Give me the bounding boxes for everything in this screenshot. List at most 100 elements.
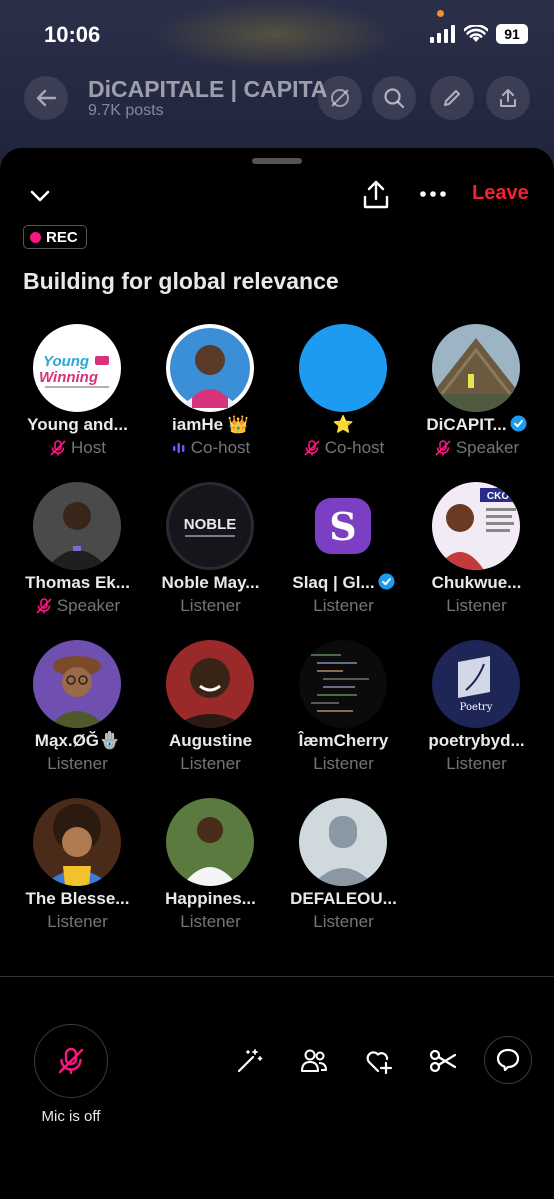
role-label: Listener <box>47 912 108 931</box>
battery-indicator: 91 <box>496 24 528 44</box>
participant-card[interactable]: DiCAPIT... Speaker <box>410 324 543 482</box>
role-label: Listener <box>313 596 374 615</box>
role-label: Speaker <box>455 438 520 457</box>
background-glow <box>150 0 400 70</box>
leave-button[interactable]: Leave <box>472 182 529 205</box>
profile-title: DiCAPITALE | CAPITA <box>88 76 328 102</box>
participant-name: Augustine <box>168 731 253 750</box>
role-label: Listener <box>446 754 507 773</box>
avatar <box>166 798 254 886</box>
svg-text:NOBLE: NOBLE <box>184 516 237 533</box>
person-photo-icon <box>166 640 254 728</box>
back-button[interactable] <box>24 76 68 120</box>
wifi-icon <box>464 25 488 42</box>
react-button[interactable] <box>361 1043 397 1079</box>
recording-dot <box>30 231 41 243</box>
participant-card[interactable]: Thomas Ek... Speaker <box>11 482 144 640</box>
share-icon[interactable] <box>362 178 390 210</box>
mic-off-icon <box>58 1047 84 1075</box>
participant-name: Noble May... <box>161 573 260 592</box>
space-sheet: Leave REC Building for global relevance … <box>0 148 554 1199</box>
svg-text:Winning: Winning <box>39 369 98 386</box>
grok-icon <box>331 89 349 107</box>
default-avatar-icon <box>311 816 375 886</box>
participant-card[interactable]: Happines... Listener <box>144 798 277 956</box>
participant-card[interactable]: DEFALEOU... Listener <box>277 798 410 956</box>
slaq-logo-icon: S <box>315 498 371 554</box>
participant-role: Listener <box>11 912 144 932</box>
profile-post-count: 9.7K posts <box>88 102 164 119</box>
participant-role: Speaker <box>410 438 543 458</box>
name-text: Slaq | Gl... <box>292 573 375 592</box>
avatar: S <box>299 482 387 570</box>
participant-card[interactable]: The Blesse... Listener <box>11 798 144 956</box>
mic-off-icon <box>36 598 52 614</box>
space-title: Building for global relevance <box>23 268 339 294</box>
participant-name: ÎæmCherry <box>298 731 389 750</box>
participant-card[interactable]: CKO Chukwue... Listener <box>410 482 543 640</box>
person-photo-icon <box>33 482 121 570</box>
participant-card[interactable]: iamHe 👑 Co-host <box>144 324 277 482</box>
name-text: DiCAPIT... <box>426 415 507 434</box>
verified-badge-icon <box>378 573 395 590</box>
participant-name: Mąx.ØĞ🪬 <box>34 731 121 750</box>
role-label: Host <box>71 438 106 457</box>
participant-card[interactable]: Poetry poetrybyd... Listener <box>410 640 543 798</box>
cartoon-child-icon <box>33 798 121 886</box>
role-label: Listener <box>313 912 374 931</box>
speaking-icon <box>172 443 185 453</box>
scissors-icon <box>429 1049 457 1073</box>
participant-role: Listener <box>144 754 277 774</box>
participant-card[interactable]: ÎæmCherry Listener <box>277 640 410 798</box>
more-options-icon[interactable] <box>418 182 448 206</box>
cartoon-avatar-icon <box>33 640 121 728</box>
role-label: Listener <box>180 912 241 931</box>
avatar <box>166 324 254 412</box>
pencil-icon <box>444 90 460 106</box>
clip-button[interactable] <box>425 1043 461 1079</box>
search-button[interactable] <box>372 76 416 120</box>
controls-divider <box>0 976 554 977</box>
roof-photo-icon <box>432 324 520 412</box>
poetry-logo-icon: Poetry <box>458 656 493 713</box>
participant-card[interactable]: Mąx.ØĞ🪬 Listener <box>11 640 144 798</box>
mic-toggle-button[interactable] <box>34 1024 108 1098</box>
recording-label: REC <box>46 228 78 246</box>
role-label: Listener <box>180 596 241 615</box>
role-label: Listener <box>446 596 507 615</box>
effects-button[interactable] <box>231 1043 267 1079</box>
avatar: Poetry <box>432 640 520 728</box>
participant-card[interactable]: S Slaq | Gl... Listener <box>277 482 410 640</box>
avatar <box>166 640 254 728</box>
avatar: Young Winning <box>33 324 121 412</box>
participant-card[interactable]: Augustine Listener <box>144 640 277 798</box>
edit-button[interactable] <box>430 76 474 120</box>
avatar <box>299 324 387 412</box>
mic-off-icon <box>50 440 66 456</box>
chevron-down-icon[interactable] <box>26 182 54 210</box>
svg-text:Poetry: Poetry <box>460 702 493 713</box>
privacy-indicator <box>437 10 444 17</box>
avatar <box>33 640 121 728</box>
person-photo-icon <box>170 328 250 408</box>
participant-role: Co-host <box>144 438 277 458</box>
participant-role: Listener <box>410 596 543 616</box>
participant-role: Listener <box>144 912 277 932</box>
participant-name: Young and... <box>27 415 128 434</box>
share-icon <box>500 89 516 107</box>
verified-badge-icon <box>510 415 527 432</box>
avatar: CKO <box>432 482 520 570</box>
people-button[interactable] <box>296 1043 332 1079</box>
heart-plus-icon <box>366 1051 393 1075</box>
flyer-photo-icon: CKO <box>432 482 520 570</box>
participant-card[interactable]: NOBLE Noble May... Listener <box>144 482 277 640</box>
profile-share-button[interactable] <box>486 76 530 120</box>
sheet-grabber[interactable] <box>252 158 302 164</box>
svg-text:S: S <box>329 504 356 549</box>
grok-button[interactable] <box>318 76 362 120</box>
chat-button[interactable] <box>484 1036 532 1084</box>
magic-wand-icon <box>237 1049 263 1073</box>
participant-card[interactable]: Young Winning Young and... Host <box>11 324 144 482</box>
participant-name: DiCAPIT... <box>410 415 543 435</box>
participant-card[interactable]: ⭐ Co-host <box>277 324 410 482</box>
